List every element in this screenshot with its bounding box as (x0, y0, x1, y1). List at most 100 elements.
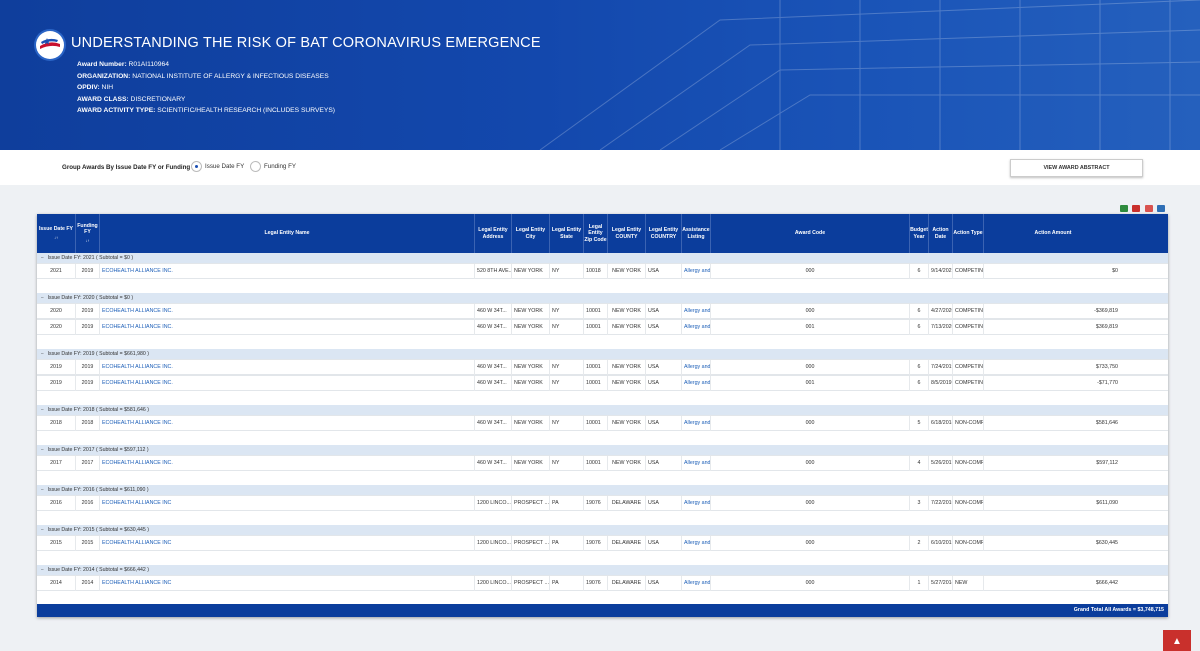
table-row[interactable]: 2017 2017 ECOHEALTH ALLIANCE INC. 460 W 34T… (37, 455, 1168, 471)
cell-assistance-listing[interactable]: Allergy and Infectious Diseases Research (681, 304, 710, 319)
cell-legal-entity-county: NEW YORK (607, 456, 645, 471)
cell-action-date: 9/14/2021 (928, 264, 952, 279)
cell-legal-entity-address: 1200 LINCO... (474, 536, 511, 551)
column-header-legal-entity-zip[interactable]: Legal Entity Zip Code (583, 214, 607, 253)
cell-action-type: NON-COMPETING CONTINUATION (952, 496, 983, 511)
column-header-legal-entity-county[interactable]: Legal Entity COUNTY (607, 214, 645, 253)
print-icon[interactable] (1157, 205, 1165, 212)
cell-legal-entity-city: NEW YORK (511, 320, 549, 335)
awards-table: Issue Date FY ↓↑ Funding FY ↓↑ Legal Entity … (37, 214, 1168, 617)
cell-legal-entity-name[interactable]: ECOHEALTH ALLIANCE INC. (99, 376, 474, 391)
cell-assistance-listing[interactable]: Allergy and Infectious Diseases Research (681, 536, 710, 551)
radio-funding-fy[interactable] (250, 161, 261, 172)
column-header-legal-entity-city[interactable]: Legal Entity City (511, 214, 549, 253)
excel-export-icon[interactable] (1120, 205, 1128, 212)
column-header-action-date[interactable]: Action Date (928, 214, 952, 253)
table-row[interactable]: 2021 2019 ECOHEALTH ALLIANCE INC. 520 8TH A… (37, 263, 1168, 279)
column-header-legal-entity-state[interactable]: Legal Entity State (549, 214, 583, 253)
cell-legal-entity-county: NEW YORK (607, 264, 645, 279)
table-row[interactable]: 2016 2016 ECOHEALTH ALLIANCE INC 1200 LINCO… (37, 495, 1168, 511)
column-header-funding-fy[interactable]: Funding FY ↓↑ (75, 214, 99, 253)
cell-action-amount: $581,646 (983, 416, 1122, 431)
csv-export-icon[interactable] (1145, 205, 1153, 212)
view-award-abstract-button[interactable]: VIEW AWARD ABSTRACT (1010, 159, 1143, 177)
cell-assistance-listing[interactable]: Allergy and Infectious Diseases Research (681, 360, 710, 375)
cell-assistance-listing[interactable]: Allergy and Infectious Diseases Research (681, 264, 710, 279)
table-row[interactable]: 2019 2019 ECOHEALTH ALLIANCE INC. 460 W 34T… (37, 375, 1168, 391)
cell-assistance-listing[interactable]: Allergy and Infectious Diseases Research (681, 496, 710, 511)
cell-award-code: 000 (710, 536, 909, 551)
radio-issue-date-fy[interactable] (191, 161, 202, 172)
column-header-legal-entity-name[interactable]: Legal Entity Name (99, 214, 474, 253)
cell-budget-year: 3 (909, 496, 928, 511)
cell-legal-entity-address: 460 W 34T... (474, 360, 511, 375)
cell-funding-fy: 2019 (75, 264, 99, 279)
collapse-icon[interactable]: – (41, 351, 44, 356)
table-row[interactable]: 2020 2019 ECOHEALTH ALLIANCE INC. 460 W 34T… (37, 319, 1168, 335)
cell-issue-date-fy: 2017 (50, 460, 62, 466)
pdf-export-icon[interactable] (1132, 205, 1140, 212)
group-row[interactable]: – Issue Date FY: 2020 ( Subtotal = $0 ) (37, 293, 1168, 303)
cell-funding-fy: 2016 (75, 496, 99, 511)
cell-assistance-listing[interactable]: Allergy and Infectious Diseases Research (681, 576, 710, 591)
table-row[interactable]: 2014 2014 ECOHEALTH ALLIANCE INC 1200 LINCO… (37, 575, 1168, 591)
cell-legal-entity-name[interactable]: ECOHEALTH ALLIANCE INC. (99, 320, 474, 335)
cell-assistance-listing[interactable]: Allergy and Infectious Diseases Research (681, 456, 710, 471)
award-title: UNDERSTANDING THE RISK OF BAT CORONAVIRU… (71, 35, 541, 51)
sort-icon[interactable]: ↓↑ (39, 235, 73, 241)
collapse-icon[interactable]: – (41, 487, 44, 492)
column-header-budget-year[interactable]: Budget Year (909, 214, 928, 253)
cell-legal-entity-county: DELAWARE (607, 496, 645, 511)
radio-funding-fy-label[interactable]: Funding FY (264, 163, 296, 170)
sort-icon[interactable]: ↓↑ (76, 238, 99, 244)
cell-legal-entity-name[interactable]: ECOHEALTH ALLIANCE INC. (99, 456, 474, 471)
cell-budget-year: 6 (909, 264, 928, 279)
table-row[interactable]: 2015 2015 ECOHEALTH ALLIANCE INC 1200 LINCO… (37, 535, 1168, 551)
cell-legal-entity-zip: 19076 (583, 536, 607, 551)
scroll-to-top-button[interactable]: ▲ (1163, 630, 1191, 651)
column-header-award-code[interactable]: Award Code (710, 214, 909, 253)
table-row[interactable]: 2020 2019 ECOHEALTH ALLIANCE INC. 460 W 34T… (37, 303, 1168, 319)
group-row[interactable]: – Issue Date FY: 2016 ( Subtotal = $611,0… (37, 485, 1168, 495)
cell-funding-fy: 2019 (75, 320, 99, 335)
cell-legal-entity-name[interactable]: ECOHEALTH ALLIANCE INC (99, 576, 474, 591)
group-row[interactable]: – Issue Date FY: 2015 ( Subtotal = $630,4… (37, 525, 1168, 535)
table-row[interactable]: 2018 2018 ECOHEALTH ALLIANCE INC. 460 W 34T… (37, 415, 1168, 431)
column-header-action-amount[interactable]: Action Amount (983, 214, 1122, 253)
cell-assistance-listing[interactable]: Allergy and Infectious Diseases Research (681, 416, 710, 431)
column-header-legal-entity-country[interactable]: Legal Entity COUNTRY (645, 214, 681, 253)
column-header-action-type[interactable]: Action Type (952, 214, 983, 253)
collapse-icon[interactable]: – (41, 567, 44, 572)
cell-award-code: 000 (710, 304, 909, 319)
cell-action-type: COMPETING CONTINUATION (952, 360, 983, 375)
cell-legal-entity-name[interactable]: ECOHEALTH ALLIANCE INC. (99, 416, 474, 431)
cell-issue-date-fy: 2015 (50, 540, 62, 546)
group-row[interactable]: – Issue Date FY: 2017 ( Subtotal = $597,1… (37, 445, 1168, 455)
cell-legal-entity-name[interactable]: ECOHEALTH ALLIANCE INC (99, 496, 474, 511)
group-row[interactable]: – Issue Date FY: 2021 ( Subtotal = $0 ) (37, 253, 1168, 263)
table-row[interactable]: 2019 2019 ECOHEALTH ALLIANCE INC. 460 W 34T… (37, 359, 1168, 375)
collapse-icon[interactable]: – (41, 447, 44, 452)
cell-budget-year: 6 (909, 376, 928, 391)
cell-legal-entity-city: PROSPECT ... (511, 576, 549, 591)
cell-assistance-listing[interactable]: Allergy and Infectious Diseases Research (681, 376, 710, 391)
column-header-legal-entity-address[interactable]: Legal Entity Address (474, 214, 511, 253)
column-header-issue-date-fy[interactable]: Issue Date FY ↓↑ (37, 214, 75, 253)
collapse-icon[interactable]: – (41, 407, 44, 412)
collapse-icon[interactable]: – (41, 255, 44, 260)
column-header-assistance-listing[interactable]: Assistance Listing (681, 214, 710, 253)
cell-legal-entity-name[interactable]: ECOHEALTH ALLIANCE INC (99, 536, 474, 551)
cell-legal-entity-name[interactable]: ECOHEALTH ALLIANCE INC. (99, 264, 474, 279)
cell-legal-entity-name[interactable]: ECOHEALTH ALLIANCE INC. (99, 360, 474, 375)
group-row[interactable]: – Issue Date FY: 2019 ( Subtotal = $661,9… (37, 349, 1168, 359)
radio-issue-date-fy-label[interactable]: Issue Date FY (205, 163, 244, 170)
group-label: Issue Date FY: 2018 ( Subtotal = $581,64… (47, 407, 149, 413)
collapse-icon[interactable]: – (41, 295, 44, 300)
cell-legal-entity-zip: 10001 (583, 304, 607, 319)
cell-legal-entity-name[interactable]: ECOHEALTH ALLIANCE INC. (99, 304, 474, 319)
group-row[interactable]: – Issue Date FY: 2018 ( Subtotal = $581,6… (37, 405, 1168, 415)
group-row[interactable]: – Issue Date FY: 2014 ( Subtotal = $666,4… (37, 565, 1168, 575)
cell-action-type: NON-COMPETING CONTINUATION (952, 456, 983, 471)
cell-assistance-listing[interactable]: Allergy and Infectious Diseases Research (681, 320, 710, 335)
collapse-icon[interactable]: – (41, 527, 44, 532)
